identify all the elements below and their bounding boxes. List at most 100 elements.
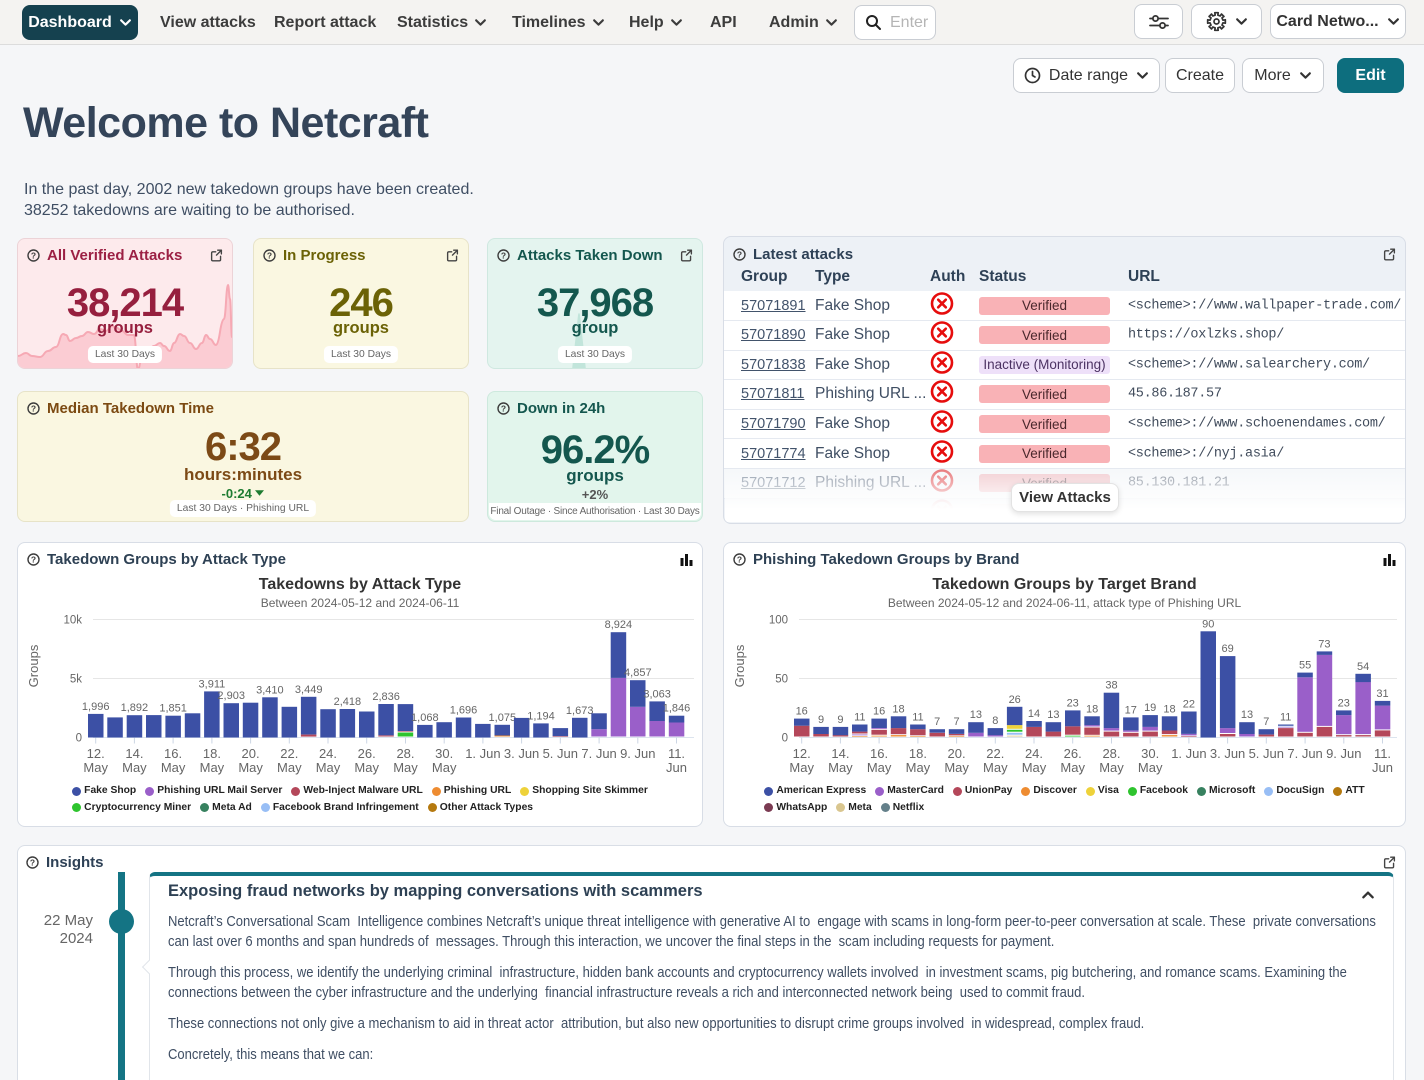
svg-text:May: May (1099, 760, 1124, 775)
svg-text:11.: 11. (1374, 746, 1391, 761)
svg-text:May: May (944, 760, 969, 775)
svg-text:2,418: 2,418 (334, 696, 362, 708)
svg-text:18: 18 (1163, 703, 1175, 715)
svg-text:May: May (83, 760, 108, 775)
svg-text:12.: 12. (793, 746, 811, 761)
svg-text:3. Jun: 3. Jun (504, 746, 539, 761)
svg-text:11: 11 (1280, 712, 1291, 724)
svg-text:0: 0 (76, 733, 82, 745)
svg-text:May: May (354, 760, 379, 775)
svg-text:May: May (277, 760, 302, 775)
svg-text:18.: 18. (203, 746, 221, 761)
svg-text:1,996: 1,996 (82, 701, 110, 713)
svg-text:3,410: 3,410 (256, 684, 284, 696)
svg-text:14: 14 (1028, 708, 1040, 720)
svg-text:May: May (161, 760, 186, 775)
svg-text:3,911: 3,911 (199, 678, 226, 690)
svg-text:5k: 5k (70, 674, 82, 686)
svg-text:13: 13 (1241, 709, 1253, 721)
svg-text:0: 0 (782, 733, 788, 745)
svg-text:2,836: 2,836 (372, 691, 400, 703)
svg-text:9: 9 (837, 714, 843, 726)
svg-text:?: ? (31, 404, 36, 414)
svg-text:24.: 24. (319, 746, 337, 761)
svg-text:3,063: 3,063 (643, 688, 671, 700)
svg-text:2,903: 2,903 (217, 690, 245, 702)
svg-text:9. Jun: 9. Jun (1326, 746, 1361, 761)
svg-text:18: 18 (892, 703, 904, 715)
svg-text:May: May (122, 760, 147, 775)
svg-text:May: May (200, 760, 225, 775)
svg-text:73: 73 (1318, 638, 1330, 650)
svg-text:26.: 26. (1064, 746, 1082, 761)
svg-text:100: 100 (769, 615, 788, 627)
svg-text:Jun: Jun (666, 760, 687, 775)
svg-text:?: ? (501, 404, 506, 414)
svg-text:3,449: 3,449 (295, 684, 323, 696)
svg-text:23: 23 (1338, 697, 1350, 709)
svg-text:1,194: 1,194 (527, 710, 555, 722)
svg-text:17: 17 (1125, 704, 1137, 716)
svg-text:14.: 14. (831, 746, 849, 761)
svg-text:1. Jun: 1. Jun (1171, 746, 1206, 761)
svg-text:5. Jun: 5. Jun (543, 746, 578, 761)
svg-text:28.: 28. (396, 746, 414, 761)
svg-text:50: 50 (775, 674, 788, 686)
svg-text:Jun: Jun (1372, 760, 1393, 775)
svg-text:1,068: 1,068 (411, 712, 439, 724)
svg-text:11: 11 (854, 712, 865, 724)
svg-text:May: May (1022, 760, 1047, 775)
svg-text:30.: 30. (1141, 746, 1159, 761)
svg-text:Groups: Groups (26, 644, 41, 687)
svg-text:May: May (1138, 760, 1163, 775)
svg-text:16.: 16. (870, 746, 888, 761)
svg-text:May: May (238, 760, 263, 775)
svg-text:38: 38 (1105, 680, 1117, 692)
svg-text:May: May (1060, 760, 1085, 775)
svg-text:1. Jun: 1. Jun (465, 746, 500, 761)
svg-text:1,696: 1,696 (450, 705, 478, 717)
svg-text:1,892: 1,892 (121, 702, 149, 714)
svg-text:22.: 22. (280, 746, 298, 761)
svg-text:Groups: Groups (732, 644, 747, 687)
svg-text:54: 54 (1357, 661, 1369, 673)
svg-text:16: 16 (796, 706, 808, 718)
svg-text:May: May (316, 760, 341, 775)
svg-text:1,846: 1,846 (663, 703, 691, 715)
svg-text:55: 55 (1299, 660, 1311, 672)
svg-text:19: 19 (1144, 702, 1156, 714)
svg-text:7. Jun: 7. Jun (1287, 746, 1322, 761)
svg-text:5. Jun: 5. Jun (1249, 746, 1284, 761)
svg-text:May: May (393, 760, 418, 775)
svg-text:26: 26 (1009, 694, 1021, 706)
svg-text:?: ? (30, 858, 35, 868)
svg-text:20.: 20. (948, 746, 966, 761)
svg-text:May: May (983, 760, 1008, 775)
svg-text:12.: 12. (87, 746, 105, 761)
svg-text:22.: 22. (986, 746, 1004, 761)
svg-text:?: ? (501, 251, 506, 261)
svg-text:14.: 14. (125, 746, 143, 761)
svg-text:28.: 28. (1102, 746, 1120, 761)
svg-text:1,673: 1,673 (566, 705, 594, 717)
svg-text:10k: 10k (63, 615, 82, 627)
svg-text:26.: 26. (358, 746, 376, 761)
svg-text:May: May (432, 760, 457, 775)
svg-text:May: May (789, 760, 814, 775)
svg-text:13: 13 (1047, 709, 1059, 721)
svg-text:69: 69 (1221, 643, 1233, 655)
svg-text:20.: 20. (242, 746, 260, 761)
svg-text:24.: 24. (1025, 746, 1043, 761)
svg-text:May: May (828, 760, 853, 775)
svg-text:May: May (906, 760, 931, 775)
svg-text:May: May (867, 760, 892, 775)
svg-text:13: 13 (970, 709, 982, 721)
svg-text:11.: 11. (668, 746, 685, 761)
svg-text:9: 9 (818, 714, 824, 726)
svg-text:18: 18 (1086, 703, 1098, 715)
svg-text:18.: 18. (909, 746, 927, 761)
svg-text:?: ? (31, 251, 36, 261)
svg-text:4,857: 4,857 (624, 667, 652, 679)
svg-text:30.: 30. (435, 746, 453, 761)
svg-text:7: 7 (1263, 716, 1269, 728)
